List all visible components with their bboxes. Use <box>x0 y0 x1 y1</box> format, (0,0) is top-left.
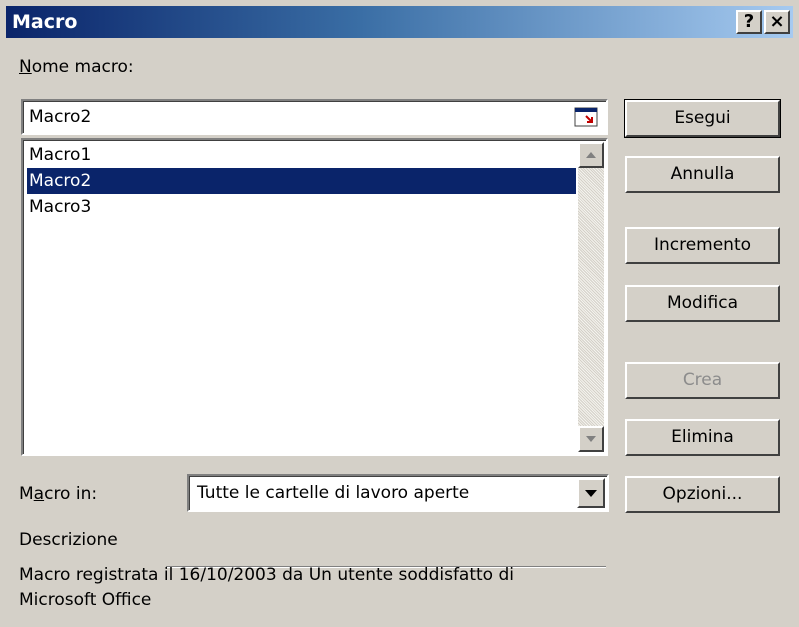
edit-button-label: Modifica <box>666 293 739 313</box>
macro-dialog: Macro ? × Nome macro: Macro2 Macro1 Macr… <box>0 0 799 627</box>
macro-in-label: Macro in: <box>19 484 97 504</box>
arrow-down-icon <box>586 436 596 442</box>
macro-in-value: Tutte le cartelle di lavoro aperte <box>197 483 470 503</box>
window-title: Macro <box>12 11 78 33</box>
macro-in-label-a: M <box>19 484 34 504</box>
cancel-button-label: Annulla <box>670 164 735 184</box>
run-button[interactable]: Esegui <box>624 99 781 138</box>
macro-in-label-rest: cro in: <box>44 484 98 504</box>
macro-name-value: Macro2 <box>29 107 92 127</box>
macro-in-select[interactable]: Tutte le cartelle di lavoro aperte <box>187 474 609 512</box>
create-button[interactable]: Crea <box>625 362 780 399</box>
scroll-up-button[interactable] <box>578 142 604 168</box>
collapse-dialog-icon[interactable] <box>574 107 598 127</box>
delete-button-label: Elimina <box>671 427 734 447</box>
options-button-label: Opzioni... <box>662 484 743 504</box>
macro-list-item[interactable]: Macro1 <box>27 142 576 168</box>
arrow-up-icon <box>586 152 596 158</box>
create-button-label: Crea <box>682 370 723 390</box>
edit-button[interactable]: Modifica <box>625 285 780 322</box>
description-text-line2: Microsoft Office <box>19 590 152 610</box>
list-scrollbar[interactable] <box>578 142 604 452</box>
macro-name-label: Nome macro: <box>19 57 134 77</box>
macro-list[interactable]: Macro1 Macro2 Macro3 <box>21 138 608 456</box>
step-into-button-label: Incremento <box>653 235 752 255</box>
macro-in-label-hotkey: a <box>33 484 45 504</box>
title-bar[interactable]: Macro ? × <box>6 6 793 38</box>
macro-list-item-selected[interactable]: Macro2 <box>27 168 576 194</box>
dropdown-button[interactable] <box>577 478 605 508</box>
description-text-line1: Macro registrata il 16/10/2003 da Un ute… <box>19 565 515 585</box>
options-button[interactable]: Opzioni... <box>625 476 780 513</box>
macro-list-item[interactable]: Macro3 <box>27 194 576 220</box>
scroll-down-button[interactable] <box>578 426 604 452</box>
step-into-button[interactable]: Incremento <box>625 227 780 264</box>
cancel-button[interactable]: Annulla <box>625 156 780 193</box>
help-button[interactable]: ? <box>736 10 762 34</box>
macro-name-label-rest: ome macro: <box>31 57 134 77</box>
macro-name-label-hotkey: N <box>19 57 32 77</box>
delete-button[interactable]: Elimina <box>625 419 780 456</box>
chevron-down-icon <box>585 490 597 497</box>
description-label: Descrizione <box>19 530 118 550</box>
close-button[interactable]: × <box>764 10 790 34</box>
run-button-label: Esegui <box>674 108 731 128</box>
macro-name-input[interactable]: Macro2 <box>21 99 608 135</box>
